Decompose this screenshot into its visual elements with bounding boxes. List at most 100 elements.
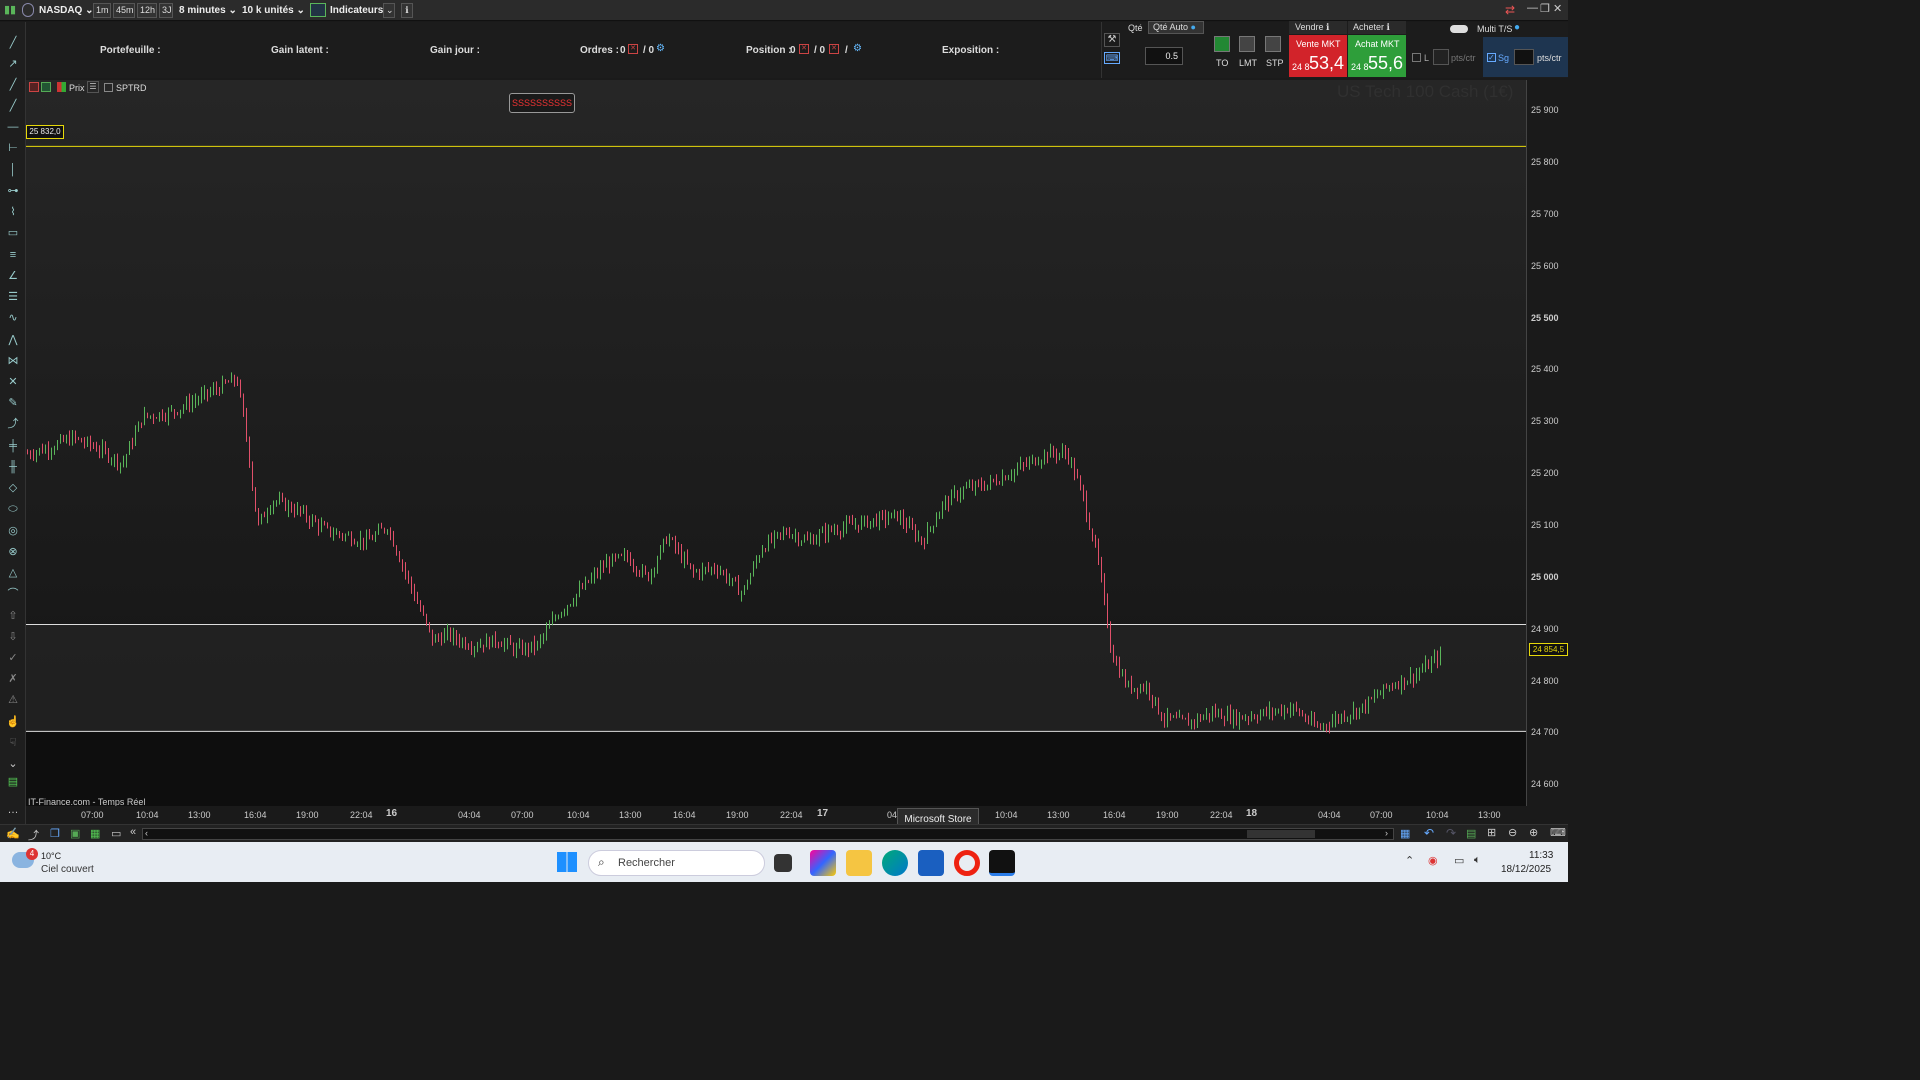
- hlevels-tool-icon[interactable]: ╪: [5, 439, 21, 453]
- multi-ts-toggle[interactable]: [1450, 25, 1468, 33]
- symbol-icon[interactable]: [22, 3, 34, 17]
- hray-tool-icon[interactable]: ⊢: [5, 141, 21, 155]
- timeframe-45m[interactable]: 45m: [113, 3, 135, 18]
- pattern-tool-icon[interactable]: ⋀: [5, 333, 21, 347]
- units-selector[interactable]: 10 k unités ⌄: [242, 3, 305, 18]
- window-icon[interactable]: ▭: [111, 827, 121, 840]
- polyline-tool-icon[interactable]: ⤴: [5, 417, 21, 431]
- vline-tool-icon[interactable]: │: [5, 163, 21, 177]
- target-tool-icon[interactable]: ⊗: [5, 545, 21, 559]
- qty-input[interactable]: [1145, 47, 1183, 65]
- diamond-tool-icon[interactable]: ◇: [5, 481, 21, 495]
- l-points-input[interactable]: [1433, 49, 1449, 65]
- tool-list-icon[interactable]: ▤: [5, 775, 21, 789]
- arrow-tool-icon[interactable]: ↗: [5, 57, 21, 71]
- arc-tool-icon[interactable]: ⌒: [5, 587, 21, 601]
- keyboard-icon[interactable]: ⌨: [1104, 52, 1120, 64]
- copy-icon[interactable]: ❐: [50, 827, 60, 840]
- copilot-icon[interactable]: [810, 850, 836, 876]
- market-selector[interactable]: NASDAQ ⌄: [39, 3, 94, 18]
- clock-date[interactable]: 18/12/2025: [1501, 864, 1551, 875]
- horizontal-scrollbar[interactable]: ‹ ›: [142, 828, 1394, 840]
- fibonacci-tool-icon[interactable]: ☰: [5, 290, 21, 304]
- l-checkbox[interactable]: [1412, 53, 1421, 62]
- indicator-chart-icon[interactable]: ▤: [1466, 827, 1476, 840]
- grid-icon[interactable]: ▦: [90, 827, 100, 840]
- edge-icon[interactable]: [882, 850, 908, 876]
- tray-app-icon[interactable]: ◉: [1428, 854, 1438, 867]
- ray-tool-icon[interactable]: ╱: [5, 78, 21, 92]
- share-icon[interactable]: ⤴: [28, 827, 39, 843]
- scroll-left-icon[interactable]: ‹: [145, 828, 148, 838]
- alert-box[interactable]: SSSSSSSSSS: [509, 93, 575, 113]
- wrench-icon[interactable]: ⚒: [1104, 33, 1120, 47]
- triangle-tool-icon[interactable]: △: [5, 566, 21, 580]
- thumbs-down-tool-icon[interactable]: ☟: [5, 736, 21, 750]
- volume-icon[interactable]: 🔈︎: [1474, 854, 1481, 867]
- ruler-tool-icon[interactable]: ▭: [5, 226, 21, 240]
- position-close2-icon[interactable]: ✕: [829, 44, 839, 54]
- cancel-tool-icon[interactable]: ✗: [5, 672, 21, 686]
- interval-selector[interactable]: 8 minutes ⌄: [179, 3, 237, 18]
- timeframe-3j[interactable]: 3J: [159, 3, 173, 18]
- weather-desc[interactable]: Ciel couvert: [41, 864, 94, 875]
- arrow-down-tool-icon[interactable]: ⇩: [5, 630, 21, 644]
- add-chart-icon[interactable]: [41, 82, 51, 92]
- network-icon[interactable]: ▭: [1454, 854, 1464, 867]
- indicators-dropdown[interactable]: ⌄: [383, 3, 395, 18]
- arrow-up-tool-icon[interactable]: ⇧: [5, 609, 21, 623]
- check-tool-icon[interactable]: ✓: [5, 651, 21, 665]
- task-view-icon[interactable]: [774, 854, 792, 872]
- line-price-label[interactable]: 25 832,0: [26, 125, 64, 139]
- stp-order-icon[interactable]: [1265, 36, 1281, 52]
- chart-list-icon[interactable]: ☰: [87, 81, 99, 93]
- info-icon[interactable]: ℹ: [401, 3, 413, 18]
- indicators-button[interactable]: Indicateurs: [330, 3, 383, 18]
- redo-icon[interactable]: ↷: [1446, 826, 1456, 840]
- timeframe-1m[interactable]: 1m: [93, 3, 111, 18]
- close-chart-icon[interactable]: [29, 82, 39, 92]
- scroll-right-icon[interactable]: ›: [1385, 828, 1388, 838]
- to-order-icon[interactable]: [1214, 36, 1230, 52]
- pencil-tool-icon[interactable]: ✎: [5, 396, 21, 410]
- sync-icon[interactable]: ⇄: [1505, 3, 1515, 17]
- opera-icon[interactable]: [954, 850, 980, 876]
- more-tools-icon[interactable]: …: [5, 803, 21, 817]
- price-axis[interactable]: 25 900 25 800 25 700 25 600 25 500 25 400 25 3…: [1526, 80, 1568, 806]
- close-icon[interactable]: ✕: [1553, 2, 1562, 15]
- hline-tool-icon[interactable]: —: [5, 120, 21, 134]
- sg-checkbox[interactable]: ✓: [1487, 53, 1496, 62]
- tray-chevron-icon[interactable]: ⌃: [1405, 854, 1414, 867]
- time-axis[interactable]: 07:00 10:04 13:00 16:04 19:00 22:04 16 04:04 07:…: [26, 806, 1526, 824]
- timeframe-12h[interactable]: 12h: [137, 3, 157, 18]
- sptrd-checkbox[interactable]: [104, 83, 113, 92]
- layout-icon[interactable]: ▣: [70, 827, 80, 840]
- line-tool-icon[interactable]: ╱: [5, 36, 21, 50]
- sell-market-button[interactable]: Vente MKT 24 8 53,4: [1289, 35, 1347, 77]
- circle-tool-icon[interactable]: ◎: [5, 524, 21, 538]
- scroll-thumb[interactable]: [1247, 830, 1315, 838]
- windows-start-icon[interactable]: [557, 852, 577, 872]
- ellipse-tool-icon[interactable]: ⬭: [5, 502, 21, 516]
- draw-mode-icon[interactable]: ✍: [6, 827, 20, 840]
- undo-icon[interactable]: ↶: [1424, 826, 1434, 840]
- clock-time[interactable]: 11:33: [1529, 850, 1553, 861]
- wave-tool-icon[interactable]: ∿: [5, 311, 21, 325]
- measure-tool-icon[interactable]: ⊶: [5, 184, 21, 198]
- orders-close-icon[interactable]: ✕: [628, 44, 638, 54]
- collapse-tools-icon[interactable]: ⌄: [5, 757, 21, 771]
- orders-settings-icon[interactable]: ⚙: [656, 43, 665, 54]
- qty-auto-toggle[interactable]: Qté Auto ●: [1148, 21, 1204, 34]
- buy-market-button[interactable]: Achat MKT 24 8 55,6: [1348, 35, 1406, 77]
- zoom-fit-icon[interactable]: ⊞: [1487, 826, 1496, 839]
- file-explorer-icon[interactable]: [846, 850, 872, 876]
- vlevels-tool-icon[interactable]: ╫: [5, 460, 21, 474]
- scroll-back-icon[interactable]: «: [130, 826, 136, 838]
- price-chart[interactable]: [26, 80, 1526, 806]
- chart-type-icon[interactable]: ▮▮: [4, 3, 18, 17]
- calendar-icon[interactable]: ▦: [1400, 827, 1410, 840]
- position-close-icon[interactable]: ✕: [799, 44, 809, 54]
- restore-icon[interactable]: ❐: [1540, 2, 1550, 15]
- sg-points-input[interactable]: [1514, 49, 1534, 65]
- microsoft-store-icon[interactable]: [918, 850, 944, 876]
